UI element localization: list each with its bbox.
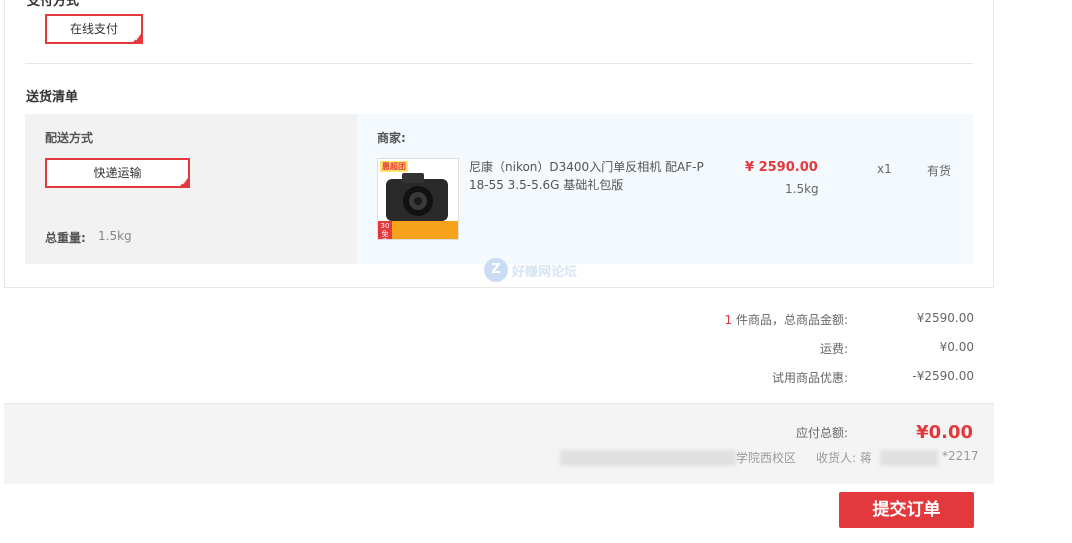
- product-stock-status: 有货: [927, 164, 952, 178]
- divider: [25, 63, 973, 64]
- product-image[interactable]: 惠超团 30 免息: [377, 158, 459, 240]
- order-info-panel: 支付方式 在线支付 ✓ 送货清单 配送方式 快递运输 ✓ 总重量: 1.5kg …: [4, 0, 994, 288]
- promo-badge: 惠超团: [380, 161, 408, 172]
- goods-count-label: 件商品，总商品金额:: [735, 313, 848, 327]
- freight-value: ¥0.00: [939, 340, 974, 354]
- watermark-text: 好赚网论坛: [512, 264, 578, 280]
- forum-watermark: Z 好赚网论坛: [484, 258, 577, 282]
- product-quantity: x1: [877, 162, 892, 176]
- goods-count: 1: [724, 313, 733, 327]
- address-redacted: [560, 450, 736, 466]
- phone-suffix: *2217: [942, 449, 979, 463]
- online-payment-label: 在线支付: [69, 22, 118, 36]
- total-weight-value: 1.5kg: [98, 229, 132, 243]
- goods-count-row: 1 件商品，总商品金额:: [600, 311, 848, 328]
- merchant-column: 商家: 惠超团 30 免息 尼康（nikon）D3400: [357, 114, 973, 264]
- express-delivery-option[interactable]: 快递运输 ✓: [45, 158, 190, 188]
- payable-label: 应付总额:: [795, 426, 848, 440]
- product-name-link[interactable]: 尼康（nikon）D3400入门单反相机 配AF-P 18-55 3.5-5.6…: [469, 158, 709, 194]
- shipping-panel: 配送方式 快递运输 ✓ 总重量: 1.5kg 商家: 惠超团 30 免 尼康（n…: [25, 114, 973, 264]
- submit-order-button[interactable]: 提交订单: [839, 492, 974, 528]
- goods-total-value: ¥2590.00: [916, 311, 974, 325]
- watermark-logo-icon: Z: [484, 258, 508, 282]
- promo-corner-line1: 30: [380, 222, 390, 230]
- check-icon: ✓: [134, 34, 141, 43]
- total-bar: [4, 403, 994, 484]
- product-price: ¥ 2590.00: [745, 160, 818, 175]
- payable-value: ¥0.00: [916, 422, 973, 443]
- online-payment-option[interactable]: 在线支付 ✓: [45, 14, 143, 44]
- express-delivery-label: 快递运输: [93, 166, 142, 180]
- check-icon: ✓: [181, 178, 188, 187]
- product-weight: 1.5kg: [785, 182, 819, 196]
- receiver-label: 收货人: 蒋: [816, 451, 872, 465]
- promo-corner-line2: 免息: [381, 230, 389, 239]
- promo-corner-badge: 30 免息: [379, 222, 391, 239]
- receiver-redacted: [880, 450, 938, 466]
- discount-value: -¥2590.00: [912, 369, 974, 383]
- discount-label: 试用商品优惠:: [771, 371, 848, 385]
- shipping-method-label: 配送方式: [45, 131, 94, 145]
- merchant-label: 商家:: [377, 131, 406, 145]
- total-weight-label: 总重量:: [45, 231, 86, 245]
- shipping-list-title: 送货清单: [26, 90, 79, 105]
- shipping-method-column: 配送方式 快递运输 ✓ 总重量: 1.5kg: [25, 114, 357, 264]
- address-suffix: 学院西校区: [736, 451, 797, 465]
- payment-section-title: 支付方式: [27, 0, 80, 9]
- freight-label: 运费:: [819, 342, 848, 356]
